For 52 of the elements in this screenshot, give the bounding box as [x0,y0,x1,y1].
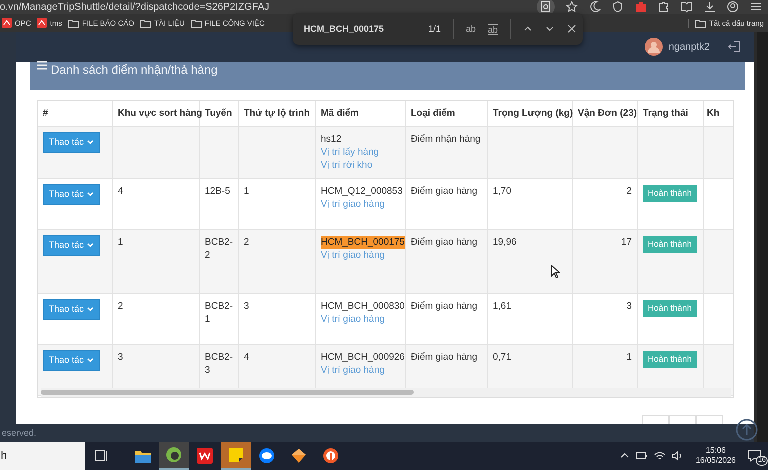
table-cell: Điểm giao hàng [411,236,478,249]
search-field[interactable]: h [0,442,85,470]
status-badge: Hoàn thành [643,236,697,253]
column-header: # [38,100,112,126]
point-code: hs12 [321,132,342,146]
user-name[interactable]: nganptk2 [668,42,710,52]
status-badge: Hoàn thành [643,184,697,202]
clock-time[interactable]: 15:06 [706,446,726,456]
table-cell: 3 [118,350,124,364]
table-cell: 4 [118,184,124,198]
table-cell: Điểm nhận hàng [411,132,481,146]
column-header: Trạng thái [638,100,704,126]
column-header: Khu vực sort hàng [112,100,200,126]
table-cell: 4 [244,350,250,364]
table-cell: 1,61 [493,300,512,313]
match-count: 1/1 [428,24,441,34]
table-cell: Điểm giao hàng [411,350,478,364]
table-cell: Điểm giao hàng [411,184,478,198]
table-cell: 2 [626,184,632,198]
table-cell: 3 [626,300,632,313]
table-cell: 1 [118,236,124,249]
table-cell: 1,70 [493,184,512,198]
table-cell: BCB2-2 [205,236,233,262]
table-cell: 2 [244,236,250,249]
footer-text: eserved. [2,428,37,438]
point-code: HCM_Q12_000853 [321,184,403,198]
table-cell: 19,96 [493,236,517,249]
table-cell: BCB2-3 [205,350,233,377]
column-header: Mã điểm [316,100,406,126]
match-case-toggle[interactable]: ab [466,24,476,34]
clock-date[interactable]: 16/05/2026 [696,456,736,466]
table-cell: 2 [118,300,124,313]
highlighted-code: HCM_BCH_000175 [321,236,405,249]
table-cell: 12B-5 [205,184,230,198]
status-badge: Hoàn thành [643,350,697,368]
column-header: Loại điểm [406,100,488,126]
point-code: HCM_BCH_000926 [321,350,405,364]
column-header: Thứ tự lộ trình [238,100,316,126]
whole-word-toggle[interactable]: ab [488,24,498,34]
column-header: Vận Đơn (23) [572,100,638,126]
table-cell: Điểm giao hàng [411,300,478,313]
status-badge: Hoàn thành [643,300,697,317]
table-cell: 17 [621,236,632,249]
table-cell: 1 [626,350,632,364]
table-cell: 3 [244,300,250,313]
table-cell: 1 [244,184,250,198]
point-code: HCM_BCH_000830 [321,300,405,313]
column-header: Trọng Lượng (kg) [488,100,572,126]
panel-title: Danh sách điểm nhận/thả hàng [51,63,218,77]
table-cell: BCB2-1 [205,300,233,326]
find-query[interactable]: HCM_BCH_000175 [304,24,416,34]
table-cell: 0,71 [493,350,512,364]
